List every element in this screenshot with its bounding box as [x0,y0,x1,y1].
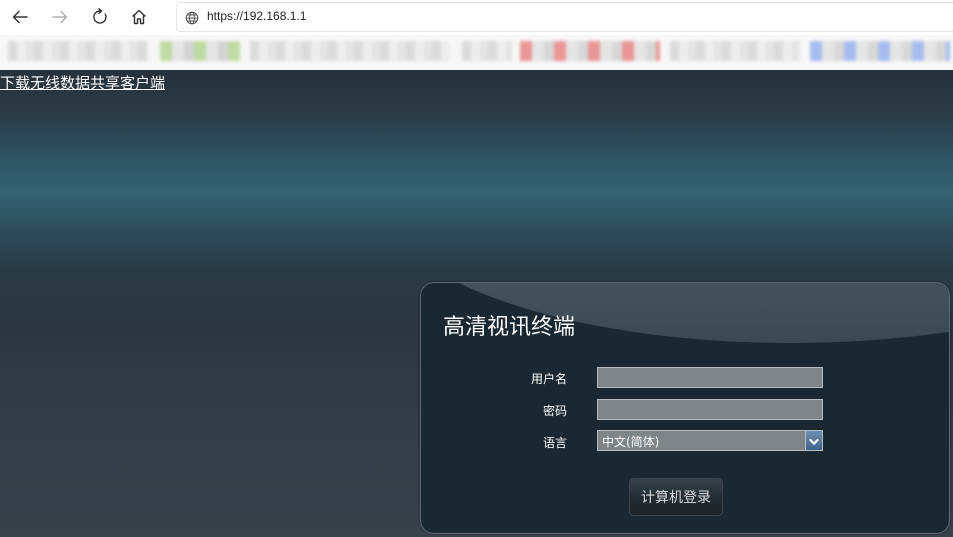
bookmark-item[interactable] [462,41,512,61]
home-icon[interactable] [125,4,153,30]
bookmark-item[interactable] [250,41,450,61]
bookmarks-bar [0,35,953,70]
browser-toolbar: https://192.168.1.1 [0,0,953,35]
language-label: 语言 [542,436,567,450]
chevron-down-icon [809,431,819,450]
language-select[interactable]: 中文(简体) [597,430,823,451]
username-input[interactable] [597,367,823,388]
computer-login-button[interactable]: 计算机登录 [629,478,723,516]
bookmark-item[interactable] [810,41,950,61]
refresh-icon[interactable] [86,4,114,30]
bookmark-item[interactable] [8,41,148,61]
address-bar[interactable]: https://192.168.1.1 [176,2,953,32]
page-content: 下载无线数据共享客户端 高清视讯终端 用户名 密码 语言 中文(简体) 计算机登… [0,70,953,537]
url-text: https://192.168.1.1 [207,9,307,23]
panel-title: 高清视讯终端 [443,315,576,340]
bookmark-item[interactable] [670,41,800,61]
language-selected-value: 中文(简体) [602,435,660,449]
forward-arrow-icon[interactable] [46,4,74,30]
back-arrow-icon[interactable] [6,4,34,30]
download-client-link[interactable]: 下载无线数据共享客户端 [0,72,165,93]
bookmark-item[interactable] [520,41,660,61]
password-input[interactable] [597,399,823,420]
login-panel: 高清视讯终端 用户名 密码 语言 中文(简体) 计算机登录 [420,282,950,534]
globe-icon [185,10,199,29]
username-label: 用户名 [530,372,567,386]
password-label: 密码 [542,404,567,418]
bookmark-item[interactable] [160,41,240,61]
dropdown-arrow-button[interactable] [805,431,822,450]
